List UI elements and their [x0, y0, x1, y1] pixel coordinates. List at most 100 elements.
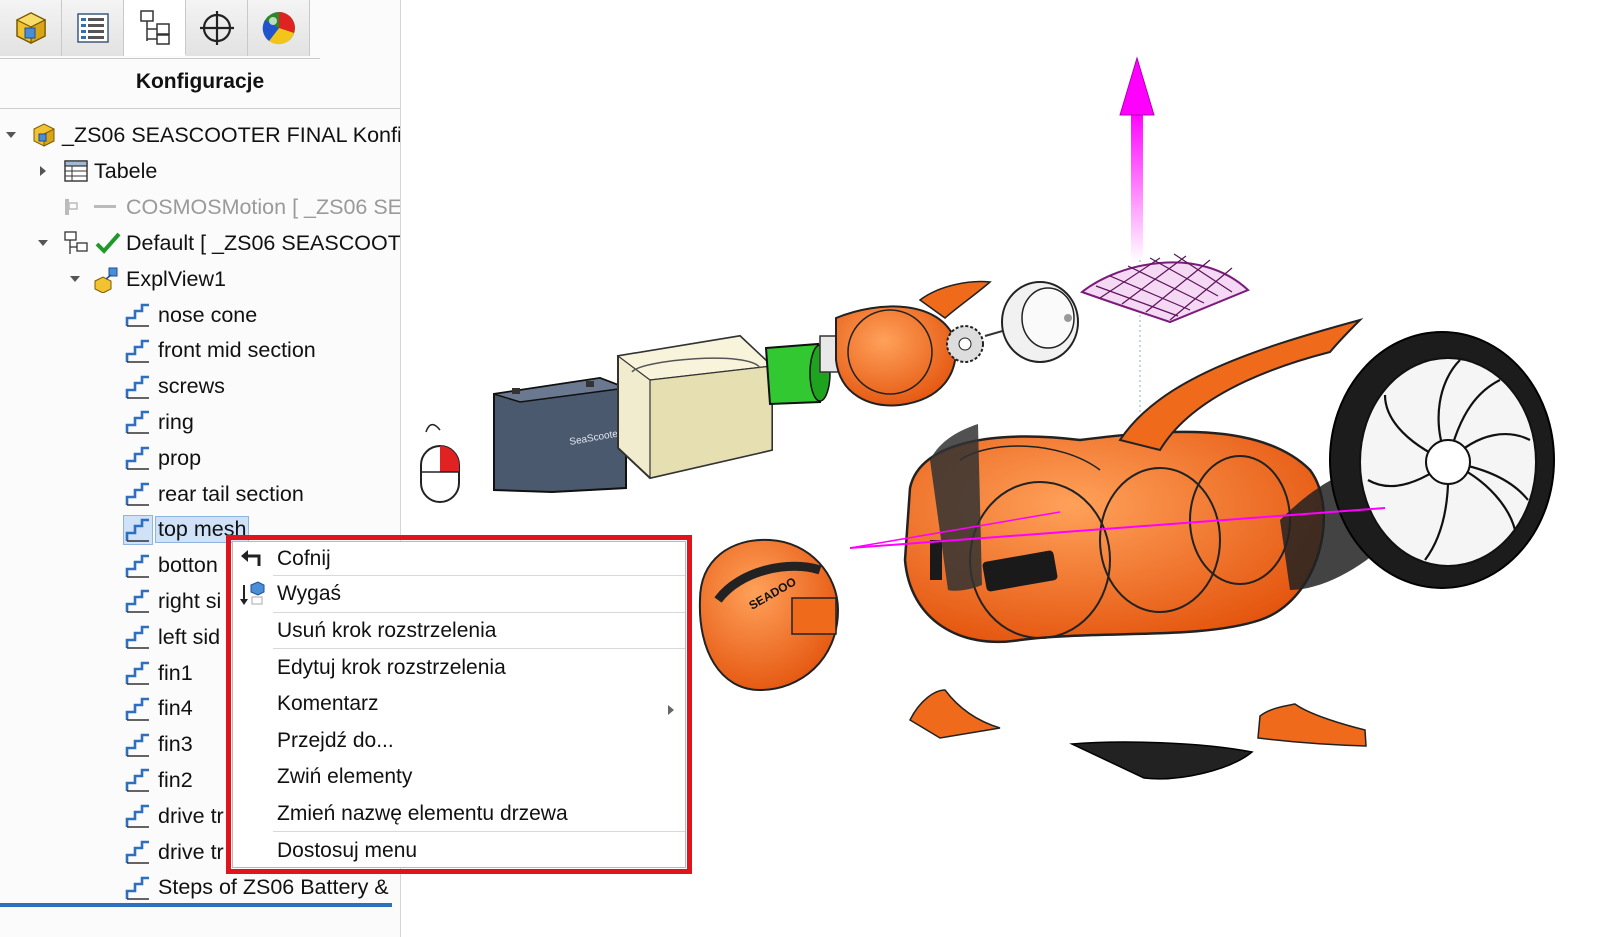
explode-step-icon: [124, 337, 152, 365]
tree-item-label: fin1: [158, 660, 193, 685]
panel-divider: [0, 108, 400, 109]
tree-item-label: prop: [158, 445, 202, 470]
fin-part[interactable]: [909, 689, 1367, 747]
collapse-arrow-icon[interactable]: [4, 128, 18, 142]
configuration-manager-icon: [139, 10, 170, 45]
exploded-view-icon: [92, 265, 120, 294]
ring-part[interactable]: [1001, 281, 1079, 363]
dimxpert-tab[interactable]: [186, 0, 248, 56]
tree-item-explode-step[interactable]: rear tail section: [0, 477, 400, 511]
panel-toolbar: [0, 0, 320, 59]
feature-manager-icon: [15, 12, 46, 44]
undo-icon: [237, 544, 267, 574]
configuration-icon: [62, 193, 116, 221]
battery-part[interactable]: SeaScooter: [493, 376, 627, 494]
explode-step-icon: [124, 659, 152, 687]
tree-item-label: _ZS06 SEASCOOTER FINAL Konfig: [62, 122, 401, 147]
explode-step-icon: [124, 766, 152, 794]
tree-item-label: fin4: [158, 696, 193, 721]
menu-item-comment[interactable]: Komentarz: [233, 687, 685, 721]
menu-item-delete-explode-step[interactable]: Usuń krok rozstrzelenia: [233, 614, 685, 648]
dimxpert-icon: [199, 11, 234, 45]
explode-step-icon: [123, 514, 153, 545]
tree-item-default-config[interactable]: Default [ _ZS06 SEASCOOT: [0, 226, 400, 260]
explode-step-icon: [124, 731, 152, 759]
panel-title: Konfiguracje: [135, 70, 265, 93]
explode-step-icon: [124, 623, 152, 651]
active-check-icon: [94, 229, 122, 257]
property-manager-icon: [76, 13, 109, 43]
explode-step-icon: [124, 695, 152, 723]
explode-step-icon: [124, 480, 152, 508]
tree-item-tables[interactable]: Tabele: [0, 154, 400, 188]
tree-item-explode-step[interactable]: nose cone: [0, 298, 400, 332]
explode-step-icon: [124, 838, 152, 866]
tree-item-label: Tabele: [94, 158, 158, 183]
menu-separator: [273, 831, 685, 832]
mouse-icon: [420, 423, 460, 503]
display-manager-tab[interactable]: [248, 0, 310, 56]
explode-step-icon: [124, 301, 152, 329]
tree-item-label: botton: [158, 553, 218, 578]
tree-item-explode-step[interactable]: screws: [0, 370, 400, 404]
explode-step-icon: [124, 552, 152, 580]
tree-item-label: drive tr: [158, 839, 224, 864]
tree-item-label: ring: [158, 409, 194, 434]
top-mesh-part[interactable]: [1079, 253, 1250, 324]
explode-step-icon: [124, 802, 152, 830]
tree-item-label: COSMOSMotion [ _ZS06 SE: [126, 194, 401, 219]
menu-item-undo[interactable]: Cofnij: [233, 542, 685, 576]
feature-manager-tab[interactable]: [0, 0, 62, 56]
tree-item-label: front mid section: [158, 338, 316, 363]
tree-item-label: rear tail section: [158, 481, 304, 506]
collapse-arrow-icon[interactable]: [36, 236, 50, 250]
bottom-mesh-part[interactable]: [1069, 741, 1254, 780]
table-icon: [62, 157, 90, 185]
configuration-icon: [62, 229, 90, 257]
menu-item-edit-explode-step[interactable]: Edytuj krok rozstrzelenia: [233, 651, 685, 685]
tree-item-explode-step[interactable]: front mid section: [0, 334, 400, 368]
tree-root-assembly[interactable]: _ZS06 SEASCOOTER FINAL Konfig: [0, 118, 400, 152]
tree-item-label: left sid: [158, 624, 221, 649]
menu-separator: [273, 648, 685, 649]
explode-step-icon: [124, 408, 152, 436]
assembly-icon: [30, 121, 58, 149]
menu-item-rename-tree-item[interactable]: Zmień nazwę elementu drzewa: [233, 797, 685, 831]
property-manager-tab[interactable]: [62, 0, 124, 56]
tree-item-explode-step[interactable]: prop: [0, 441, 400, 475]
suppress-icon: [237, 579, 267, 609]
tree-item-label: Steps of ZS06 Battery &: [158, 875, 389, 900]
tree-item-label: screws: [158, 374, 225, 399]
menu-separator: [273, 612, 685, 613]
menu-item-suppress[interactable]: Wygaś: [233, 577, 685, 611]
menu-item-collapse-items[interactable]: Zwiń elementy: [233, 760, 685, 794]
menu-separator: [273, 575, 685, 576]
menu-item-customize-menu[interactable]: Dostosuj menu: [233, 834, 685, 868]
tree-item-explode-step[interactable]: Steps of ZS06 Battery &: [0, 871, 400, 905]
configuration-manager-tab[interactable]: [124, 0, 186, 56]
collapse-arrow-icon[interactable]: [68, 272, 82, 286]
tree-item-label: right si: [158, 588, 222, 613]
tree-item-label: fin3: [158, 732, 193, 757]
tree-item-explode-step[interactable]: ring: [0, 405, 400, 439]
tree-item-label: Default [ _ZS06 SEASCOOT: [126, 230, 401, 255]
tree-item-label: nose cone: [158, 302, 258, 327]
explode-step-icon: [124, 373, 152, 401]
display-manager-icon: [262, 12, 295, 45]
explode-step-icon: [124, 874, 152, 902]
prop-shroud-part[interactable]: [1329, 331, 1555, 589]
explode-step-icon: [124, 444, 152, 472]
tree-item-label: drive tr: [158, 803, 224, 828]
menu-item-go-to[interactable]: Przejdź do...: [233, 724, 685, 758]
explode-step-icon: [124, 587, 152, 615]
panel-scroll-indicator[interactable]: [0, 903, 392, 907]
context-menu: Cofnij Wygaś Usuń krok rozstrzelenia Edy…: [232, 541, 686, 868]
drag-arrow-handle[interactable]: [1119, 56, 1155, 262]
tree-item-label: fin2: [158, 767, 193, 792]
electronics-housing-part[interactable]: [616, 334, 774, 480]
tree-item-explview[interactable]: ExplView1: [0, 262, 400, 296]
expand-arrow-icon[interactable]: [36, 164, 50, 178]
submenu-arrow-icon: [667, 698, 675, 715]
nose-cone-part[interactable]: SEADOO: [698, 538, 840, 692]
tree-item-cosmosmotion[interactable]: COSMOSMotion [ _ZS06 SE: [0, 190, 400, 224]
